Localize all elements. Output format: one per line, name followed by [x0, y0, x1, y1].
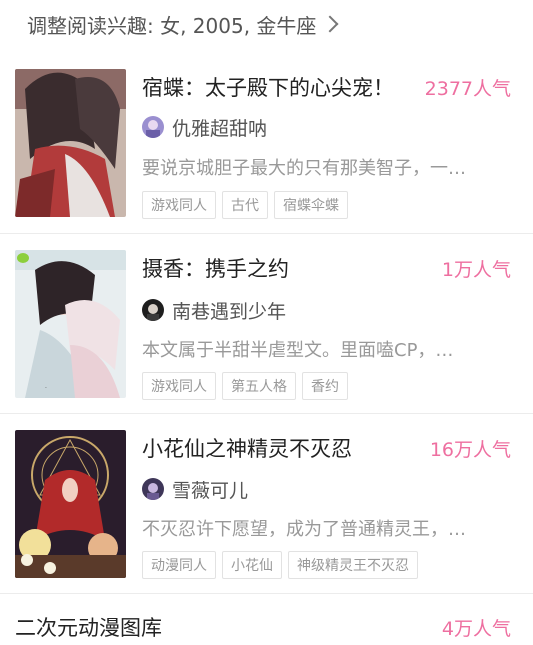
author-name: 仇雅超甜呐 — [172, 117, 268, 140]
reading-interest-label: 调整阅读兴趣: 女, 2005, 金牛座 — [27, 13, 317, 38]
tag[interactable]: 宿蝶伞蝶 — [274, 191, 348, 219]
chevron-right-icon — [321, 15, 339, 33]
author-name: 雪薇可儿 — [172, 479, 249, 502]
divider — [0, 233, 533, 234]
book-title[interactable]: 摄香：携手之约 — [142, 253, 289, 283]
gallery-title[interactable]: 二次元动漫图库 — [15, 612, 162, 642]
tag[interactable]: 小花仙 — [222, 551, 282, 579]
popularity-count: 4万人气 — [441, 618, 511, 640]
author-name: 南巷遇到少年 — [172, 300, 287, 323]
book-title[interactable]: 小花仙之神精灵不灭忍 — [142, 433, 352, 463]
popularity-count: 1万人气 — [441, 259, 511, 281]
author-link[interactable]: 南巷遇到少年 — [142, 297, 286, 323]
tag[interactable]: 神级精灵王不灭忍 — [288, 551, 418, 579]
popularity-count: 2377人气 — [424, 78, 511, 100]
tag[interactable]: 游戏同人 — [142, 191, 216, 219]
tag-list: 动漫同人 小花仙 神级精灵王不灭忍 — [142, 551, 418, 579]
tag[interactable]: 游戏同人 — [142, 372, 216, 400]
book-description: 不灭忍许下愿望，成为了普通精灵王，… — [142, 519, 466, 540]
book-description: 要说京城胆子最大的只有那美智子，一… — [142, 158, 466, 179]
author-link[interactable]: 仇雅超甜呐 — [142, 114, 267, 140]
tag[interactable]: 香约 — [302, 372, 348, 400]
divider — [0, 593, 533, 594]
book-title[interactable]: 宿蝶：太子殿下的心尖宠！ — [142, 72, 394, 102]
tag-list: 游戏同人 第五人格 香约 — [142, 372, 348, 400]
tag[interactable]: 古代 — [222, 191, 268, 219]
divider — [0, 413, 533, 414]
tag-list: 游戏同人 古代 宿蝶伞蝶 — [142, 191, 348, 219]
author-avatar — [142, 299, 164, 321]
book-cover[interactable] — [15, 69, 126, 217]
tag[interactable]: 动漫同人 — [142, 551, 216, 579]
author-avatar — [142, 116, 164, 138]
svg-text:·: · — [45, 385, 47, 392]
book-description: 本文属于半甜半虐型文。里面嗑CP，… — [142, 340, 454, 361]
author-link[interactable]: 雪薇可儿 — [142, 476, 248, 502]
reading-interest-link[interactable]: 调整阅读兴趣: 女, 2005, 金牛座 — [27, 8, 339, 40]
author-avatar — [142, 478, 164, 500]
book-cover[interactable]: · — [15, 250, 126, 398]
popularity-count: 16万人气 — [429, 439, 511, 461]
tag[interactable]: 第五人格 — [222, 372, 296, 400]
book-cover[interactable] — [15, 430, 126, 578]
